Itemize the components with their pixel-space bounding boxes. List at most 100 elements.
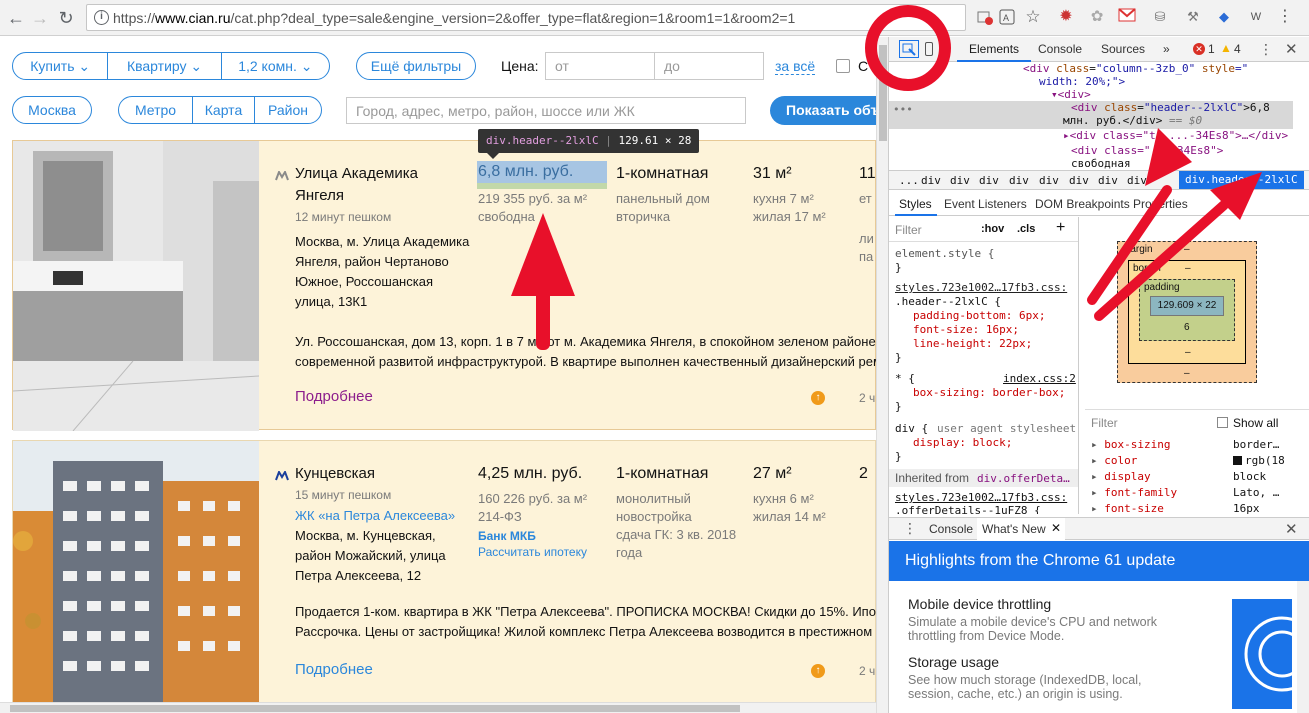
rooms-dropdown[interactable]: 1,2 комн. ⌄ [222,53,329,79]
complex-link[interactable]: ЖК «на Петра Алексеева» [295,508,455,523]
css-declaration[interactable]: padding-bottom: 6px; [913,309,1045,322]
tab-properties[interactable]: Properties [1133,197,1188,211]
box-margin[interactable]: margin – border – padding 129.609 × 22 6… [1117,241,1257,383]
tab-styles[interactable]: Styles [899,197,932,211]
tab-console[interactable]: Console [1038,42,1082,56]
breadcrumb-item[interactable]: div [1009,174,1029,187]
extension-tools-icon[interactable]: ⚒ [1184,8,1202,26]
rule-element-style[interactable]: element.style { [895,247,994,260]
map-button[interactable]: Карта [193,97,255,123]
extension-paw-icon[interactable]: ✿ [1088,8,1106,26]
new-rule-icon[interactable]: + [1056,219,1065,237]
bank-link[interactable]: Банк МКБ [478,529,536,543]
address-bar[interactable]: i https://www.cian.ru/cat.php?deal_type=… [86,4,993,31]
hov-toggle[interactable]: :hov [981,223,1004,235]
box-content[interactable]: 129.609 × 22 [1150,296,1224,316]
reload-icon[interactable]: ↻ [54,6,78,30]
horizontal-scrollbar-thumb[interactable] [10,705,740,712]
price-total-toggle[interactable]: за всё [775,58,816,75]
computed-filter-input[interactable]: Filter [1091,416,1118,430]
devtools-menu-icon[interactable]: ⋮ [1259,41,1273,58]
metro-station-cont[interactable]: Янгеля [295,187,344,204]
rule-source-link[interactable]: styles.723e1002…17fb3.css: [895,491,1067,504]
listing-photo-building[interactable] [13,441,259,713]
breadcrumb-item[interactable]: div [1098,174,1118,187]
page-scrollbar[interactable] [876,37,888,713]
mortgage-link[interactable]: Рассчитать ипотеку [478,545,587,559]
show-results-button[interactable]: Показать объ [770,96,876,125]
forward-arrow-icon[interactable]: → [28,6,52,30]
tab-event-listeners[interactable]: Event Listeners [944,197,1027,211]
dom-node[interactable]: <div class="...-34Es8"> [1071,144,1223,157]
css-declaration[interactable]: box-sizing: border-box; [913,386,1065,399]
more-link[interactable]: Подробнее [295,388,373,405]
close-devtools-icon[interactable]: ✕ [1285,40,1298,58]
drawer-scrollbar[interactable] [1297,581,1309,713]
drawer-tab-whatsnew[interactable]: What's New ✕ [977,518,1065,540]
color-swatch[interactable] [1233,456,1242,465]
search-input[interactable]: Город, адрес, метро, район, шоссе или ЖК [346,97,746,124]
gmail-icon[interactable] [1118,8,1136,26]
show-all-label[interactable]: Show all [1233,416,1278,430]
breadcrumb-item[interactable]: div [921,174,941,187]
news-title[interactable]: Storage usage [908,654,999,670]
breadcrumb-item[interactable]: div [1127,174,1147,187]
tab-dom-breakpoints[interactable]: DOM Breakpoints [1035,197,1130,211]
scrollbar-thumb[interactable] [879,45,887,141]
error-icon[interactable]: ✕ [1193,43,1205,55]
metro-button[interactable]: Метро [119,97,193,123]
close-drawer-icon[interactable]: ✕ [1285,520,1298,538]
extension-w-icon[interactable]: W [1247,8,1265,26]
checkbox[interactable] [836,59,850,73]
box-padding[interactable]: padding 129.609 × 22 6 [1139,279,1235,341]
extension-db-icon[interactable]: ⛁ [1151,8,1169,26]
cls-toggle[interactable]: .cls [1017,223,1035,235]
device-toolbar-icon[interactable] [925,42,933,56]
bookmark-star-icon[interactable]: ☆ [1024,8,1042,26]
dom-node[interactable]: ▸<div class="te ...-34Es8">…</div> [1063,129,1288,142]
listing-card-1[interactable]: Улица Академика Янгеля 12 минут пешком М… [12,140,876,432]
warning-count[interactable]: 4 [1234,42,1241,56]
css-declaration[interactable]: font-size: 16px; [913,323,1019,336]
breadcrumb-item[interactable]: div [979,174,999,187]
inherited-element-link[interactable]: div.offerDeta… [977,472,1070,485]
horizontal-scrollbar[interactable] [0,702,876,713]
breadcrumb-item[interactable]: ... [899,174,919,187]
inspect-element-icon[interactable] [899,40,919,58]
drawer-menu-icon[interactable]: ⋮ [903,520,917,537]
extension-gear-icon[interactable]: ✹ [1057,8,1075,26]
computed-prop-name[interactable]: display [1104,470,1150,483]
rule-source-link[interactable]: index.css:2 [1003,372,1076,385]
computed-prop-name[interactable]: color [1104,454,1137,467]
type-dropdown[interactable]: Квартиру ⌄ [108,53,222,79]
rule-source-link[interactable]: styles.723e1002…17fb3.css: [895,281,1067,294]
buy-dropdown[interactable]: Купить ⌄ [13,53,109,79]
styles-filter-input[interactable]: Filter [895,223,922,237]
drawer-tab-console[interactable]: Console [929,522,973,536]
price-from-input[interactable]: от [545,52,655,80]
extension-diamond-icon[interactable]: ◆ [1215,8,1233,26]
news-title[interactable]: Mobile device throttling [908,596,1051,612]
breadcrumb-item[interactable]: div [1039,174,1059,187]
tab-sources[interactable]: Sources [1101,42,1145,56]
info-icon[interactable]: i [94,10,109,25]
computed-prop-name[interactable]: font-family [1104,486,1177,499]
tab-more[interactable]: » [1163,42,1170,56]
box-border[interactable]: border – padding 129.609 × 22 6 – [1128,260,1246,364]
translate-icon[interactable]: A [998,8,1016,26]
breadcrumb-item[interactable]: div [1069,174,1089,187]
metro-station[interactable]: Кунцевская [295,465,375,482]
rule-selector[interactable]: * { [895,372,915,385]
city-button[interactable]: Москва [12,96,92,124]
rule-selector[interactable]: .offerDetails--1uFZ8 { [895,504,1041,514]
metro-station[interactable]: Улица Академика [295,165,418,182]
listing-photo-kitchen[interactable] [12,141,260,432]
more-link[interactable]: Подробнее [295,661,373,678]
breadcrumb-item[interactable]: div [950,174,970,187]
district-button[interactable]: Район [255,97,321,123]
tab-elements[interactable]: Elements [969,42,1019,56]
computed-prop-name[interactable]: font-size [1104,502,1164,515]
listing-card-2[interactable]: Кунцевская 15 минут пешком ЖК «на Петра … [12,440,876,713]
computed-prop-name[interactable]: box-sizing [1104,438,1170,451]
browser-menu-icon[interactable]: ⋮ [1276,8,1294,26]
